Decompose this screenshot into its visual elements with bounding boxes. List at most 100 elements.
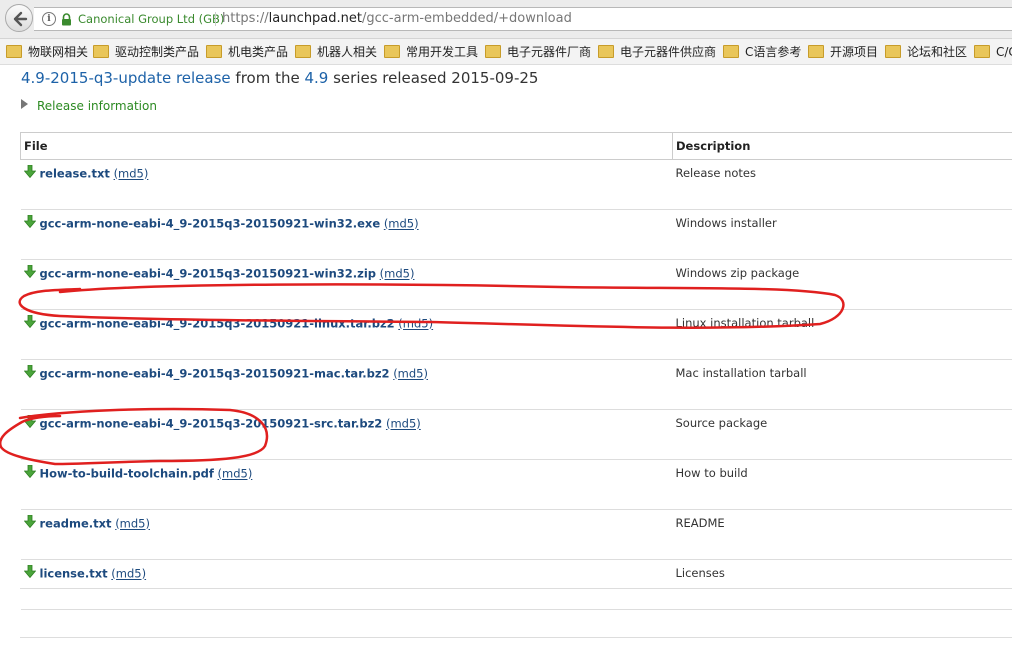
md5-link[interactable]: (md5): [386, 417, 421, 431]
table-header-row: File Description: [20, 132, 1012, 160]
bookmark-folder[interactable]: 电子元器件厂商: [485, 43, 591, 61]
md5-link[interactable]: (md5): [398, 317, 433, 331]
bookmark-label: 机电类产品: [228, 45, 289, 59]
file-download-link[interactable]: How-to-build-toolchain.pdf: [40, 467, 214, 481]
url-prefix: https://: [222, 11, 269, 26]
bookmark-label: 机器人相关: [317, 45, 378, 59]
md5-link[interactable]: (md5): [115, 517, 150, 531]
table-row: gcc-arm-none-eabi-4_9-2015q3-20150921-ma…: [20, 359, 1012, 410]
bookmark-label: C语言参考: [745, 45, 802, 59]
release-information-label: Release information: [37, 99, 157, 113]
folder-icon: [974, 45, 990, 58]
file-cell: gcc-arm-none-eabi-4_9-2015q3-20150921-wi…: [20, 209, 673, 260]
info-icon[interactable]: i: [42, 12, 56, 26]
file-cell: How-to-build-toolchain.pdf (md5): [20, 459, 673, 510]
url-text[interactable]: https://launchpad.net/gcc-arm-embedded/+…: [222, 8, 572, 30]
download-arrow-icon[interactable]: [23, 164, 36, 181]
file-download-link[interactable]: gcc-arm-none-eabi-4_9-2015q3-20150921-wi…: [40, 267, 377, 281]
file-cell: readme.txt (md5): [20, 509, 673, 560]
bookmark-label: 论坛和社区: [907, 45, 968, 59]
file-cell: license.txt (md5): [20, 559, 673, 610]
download-arrow-icon[interactable]: [23, 264, 36, 281]
folder-icon: [93, 45, 109, 58]
description-cell: How to build: [672, 459, 1012, 510]
file-download-link[interactable]: release.txt: [40, 167, 110, 181]
table-row: gcc-arm-none-eabi-4_9-2015q3-20150921-sr…: [20, 409, 1012, 460]
site-identity-label[interactable]: Canonical Group Ltd (GB): [78, 8, 224, 30]
download-arrow-icon[interactable]: [23, 414, 36, 431]
bookmark-folder[interactable]: 开源项目: [808, 43, 878, 61]
bookmarks-bar: 物联网相关 驱动控制类产品 机电类产品 机器人相关 常用开发工具 电子元器件厂商…: [0, 39, 1012, 65]
folder-icon: [723, 45, 739, 58]
download-arrow-icon[interactable]: [23, 214, 36, 231]
description-cell: Mac installation tarball: [672, 359, 1012, 410]
back-button[interactable]: [5, 4, 33, 32]
release-name-link[interactable]: 4.9-2015-q3-update release: [21, 69, 231, 87]
file-cell: gcc-arm-none-eabi-4_9-2015q3-20150921-sr…: [20, 409, 673, 460]
file-download-link[interactable]: gcc-arm-none-eabi-4_9-2015q3-20150921-ma…: [40, 367, 390, 381]
md5-link[interactable]: (md5): [111, 567, 146, 581]
description-cell: README: [672, 509, 1012, 560]
bookmark-folder[interactable]: 常用开发工具: [384, 43, 478, 61]
column-header-file: File: [20, 132, 673, 160]
folder-icon: [485, 45, 501, 58]
download-arrow-icon[interactable]: [23, 514, 36, 531]
folder-icon: [808, 45, 824, 58]
file-download-link[interactable]: gcc-arm-none-eabi-4_9-2015q3-20150921-li…: [40, 317, 395, 331]
file-cell: gcc-arm-none-eabi-4_9-2015q3-20150921-ma…: [20, 359, 673, 410]
release-date-text: series released 2015-09-25: [328, 69, 539, 87]
bookmark-folder[interactable]: C/C: [974, 43, 1012, 61]
bookmark-label: 常用开发工具: [406, 45, 479, 59]
md5-link[interactable]: (md5): [384, 217, 419, 231]
address-bar[interactable]: i Canonical Group Ltd (GB) https://launc…: [34, 7, 1012, 31]
back-arrow-icon: [13, 11, 28, 27]
series-link[interactable]: 4.9: [304, 69, 328, 87]
description-cell: Release notes: [672, 159, 1012, 210]
file-cell: gcc-arm-none-eabi-4_9-2015q3-20150921-li…: [20, 309, 673, 360]
bookmark-label: C/C: [996, 45, 1012, 59]
download-arrow-icon[interactable]: [23, 464, 36, 481]
table-row: gcc-arm-none-eabi-4_9-2015q3-20150921-li…: [20, 309, 1012, 360]
file-cell: release.txt (md5): [20, 159, 673, 210]
bookmark-folder[interactable]: 电子元器件供应商: [598, 43, 716, 61]
bookmark-label: 驱动控制类产品: [115, 45, 200, 59]
bookmark-folder[interactable]: 机电类产品: [206, 43, 288, 61]
bookmark-folder[interactable]: 驱动控制类产品: [93, 43, 199, 61]
description-cell: Licenses: [672, 559, 1012, 610]
release-heading: 4.9-2015-q3-update release from the 4.9 …: [21, 69, 538, 87]
table-row: readme.txt (md5) README: [20, 509, 1012, 560]
bookmark-folder[interactable]: C语言参考: [723, 43, 801, 61]
divider: [20, 637, 1012, 638]
description-cell: Linux installation tarball: [672, 309, 1012, 360]
downloads-table: File Description release.txt (md5) Releas…: [20, 132, 1012, 610]
bookmark-label: 开源项目: [830, 45, 879, 59]
md5-link[interactable]: (md5): [380, 267, 415, 281]
bookmark-label: 电子元器件供应商: [620, 45, 717, 59]
description-cell: Source package: [672, 409, 1012, 460]
file-download-link[interactable]: gcc-arm-none-eabi-4_9-2015q3-20150921-sr…: [40, 417, 383, 431]
md5-link[interactable]: (md5): [218, 467, 253, 481]
table-row: release.txt (md5) Release notes: [20, 159, 1012, 210]
bookmark-folder[interactable]: 论坛和社区: [885, 43, 967, 61]
folder-icon: [6, 45, 22, 58]
release-information-toggle[interactable]: Release information: [21, 98, 157, 113]
file-download-link[interactable]: readme.txt: [40, 517, 112, 531]
md5-link[interactable]: (md5): [114, 167, 149, 181]
address-separator: [215, 12, 216, 26]
release-from-text: from the: [230, 69, 305, 87]
bookmark-folder[interactable]: 机器人相关: [295, 43, 377, 61]
md5-link[interactable]: (md5): [393, 367, 428, 381]
description-cell: Windows installer: [672, 209, 1012, 260]
download-arrow-icon[interactable]: [23, 314, 36, 331]
table-row: gcc-arm-none-eabi-4_9-2015q3-20150921-wi…: [20, 259, 1012, 310]
file-download-link[interactable]: gcc-arm-none-eabi-4_9-2015q3-20150921-wi…: [40, 217, 381, 231]
url-path: /gcc-arm-embedded/+download: [362, 11, 572, 26]
download-arrow-icon[interactable]: [23, 564, 36, 581]
table-row: How-to-build-toolchain.pdf (md5) How to b…: [20, 459, 1012, 510]
file-cell: gcc-arm-none-eabi-4_9-2015q3-20150921-wi…: [20, 259, 673, 310]
lock-icon: [62, 13, 71, 26]
download-arrow-icon[interactable]: [23, 364, 36, 381]
bookmark-folder[interactable]: 物联网相关: [6, 43, 88, 61]
table-row: license.txt (md5) Licenses: [20, 559, 1012, 610]
file-download-link[interactable]: license.txt: [40, 567, 108, 581]
